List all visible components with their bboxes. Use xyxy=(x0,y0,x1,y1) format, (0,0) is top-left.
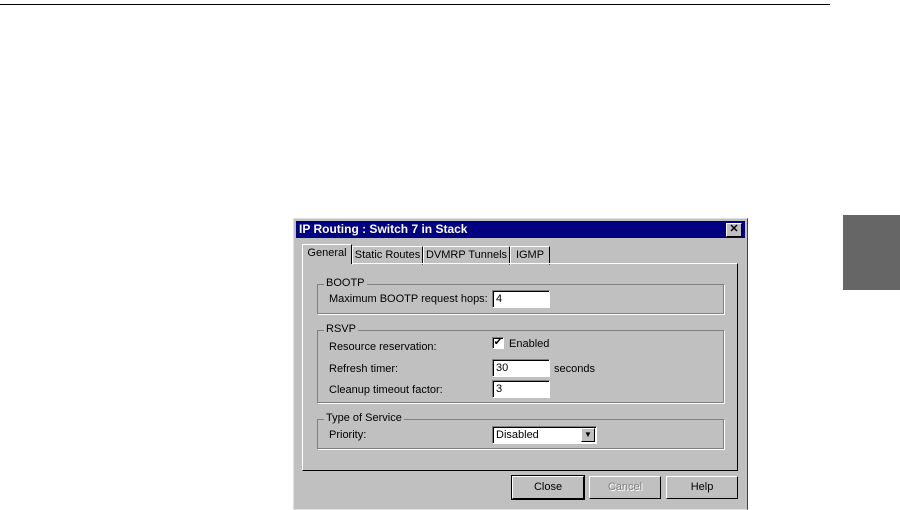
bootp-hops-input[interactable]: 4 xyxy=(492,290,550,308)
refresh-label: Refresh timer: xyxy=(329,363,399,375)
priority-value: Disabled xyxy=(496,429,539,441)
general-panel: BOOTP Maximum BOOTP request hops: 4 RSVP… xyxy=(302,263,738,471)
rsvp-legend: RSVP xyxy=(324,323,358,335)
tos-legend: Type of Service xyxy=(324,412,404,424)
cleanup-factor-input[interactable]: 3 xyxy=(492,380,550,398)
refresh-timer-input[interactable]: 30 xyxy=(492,359,550,377)
chevron-down-icon[interactable]: ▼ xyxy=(581,428,595,442)
cancel-button[interactable]: Cancel xyxy=(589,476,661,499)
tab-general[interactable]: General xyxy=(302,244,352,264)
close-icon[interactable]: ✕ xyxy=(726,223,742,237)
help-button[interactable]: Help xyxy=(666,476,738,499)
seconds-label: seconds xyxy=(554,363,595,375)
close-button[interactable]: Close xyxy=(511,475,585,500)
reservation-checkbox[interactable]: ✔ xyxy=(492,337,504,349)
rsvp-group: RSVP Resource reservation: ✔ Enabled Ref… xyxy=(317,323,724,403)
priority-label: Priority: xyxy=(329,429,367,441)
enabled-label: Enabled xyxy=(509,338,550,350)
ip-routing-dialog: IP Routing : Switch 7 in Stack ✕ General… xyxy=(293,218,748,510)
title-bar: IP Routing : Switch 7 in Stack ✕ xyxy=(296,221,745,238)
page-rule xyxy=(0,4,830,5)
reservation-label: Resource reservation: xyxy=(329,341,437,353)
dialog-title: IP Routing : Switch 7 in Stack xyxy=(299,222,468,236)
bootp-group: BOOTP Maximum BOOTP request hops: 4 xyxy=(317,277,724,314)
tos-group: Type of Service Priority: Disabled ▼ xyxy=(317,412,724,449)
bootp-legend: BOOTP xyxy=(324,277,367,289)
chapter-tab xyxy=(843,215,900,290)
hops-label: Maximum BOOTP request hops: xyxy=(329,293,488,305)
cleanup-label: Cleanup timeout factor: xyxy=(329,384,443,396)
priority-select[interactable]: Disabled ▼ xyxy=(492,426,597,444)
